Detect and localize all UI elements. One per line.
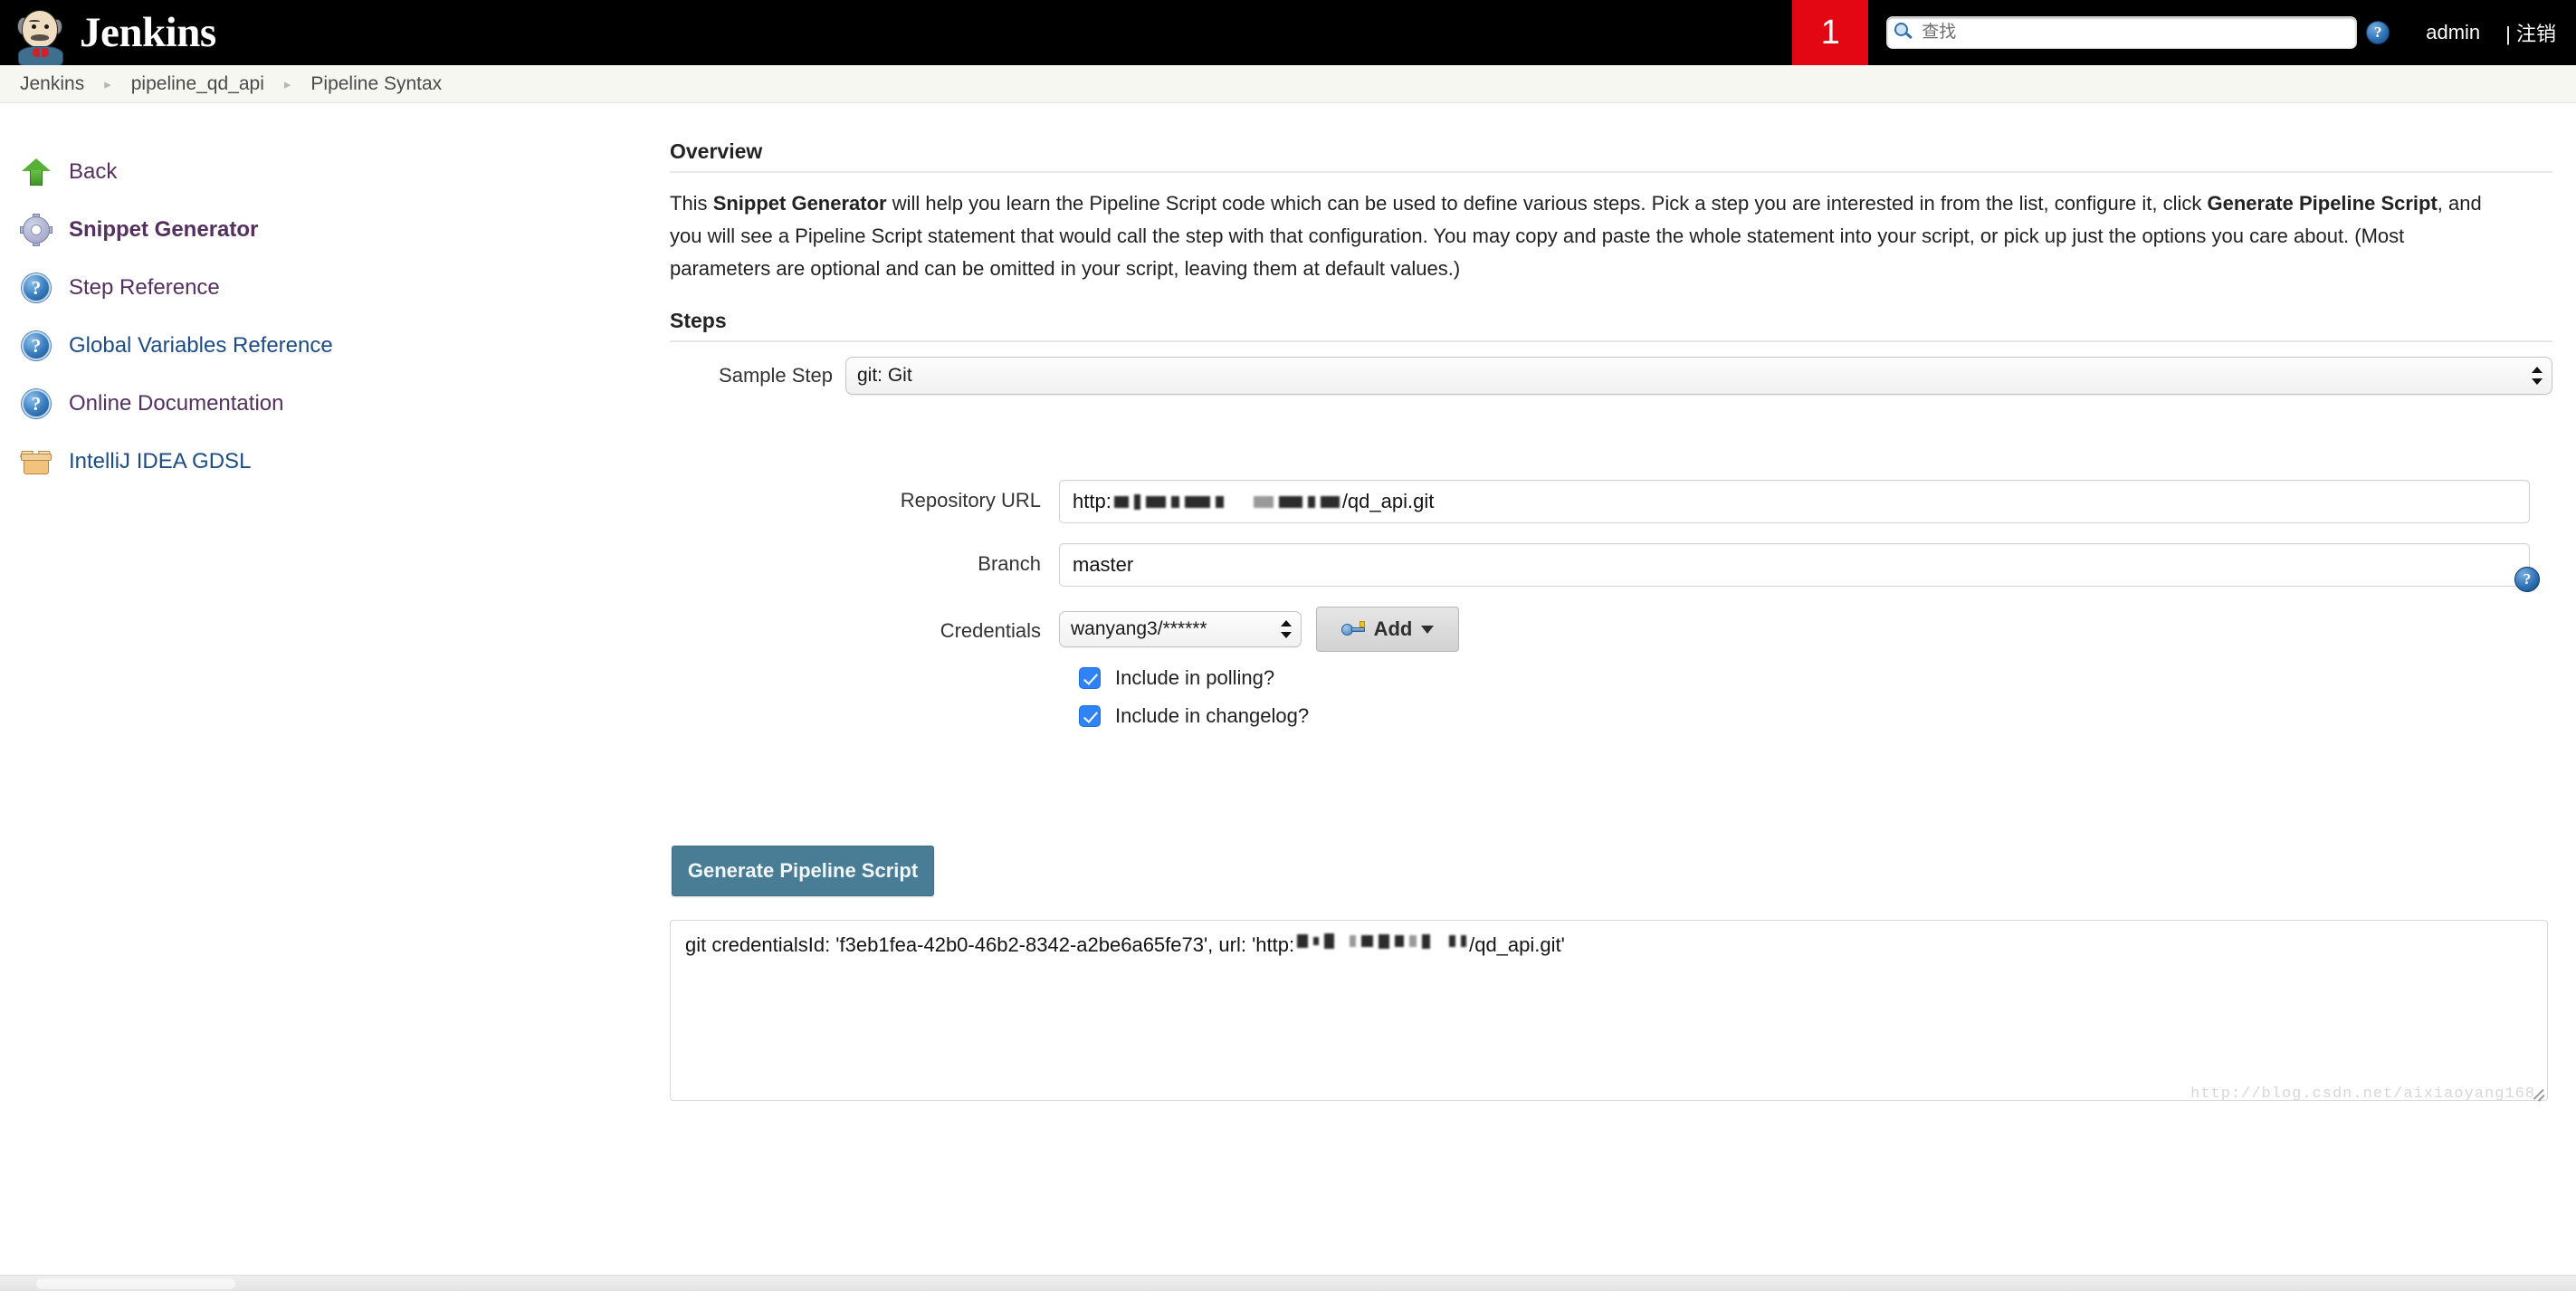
gear-icon: [20, 214, 52, 246]
box-icon: [19, 445, 52, 478]
help-glyph: ?: [2514, 567, 2540, 592]
sidebar-item-label: Global Variables Reference: [69, 333, 333, 358]
sidebar-item-intellij-idea-gdsl[interactable]: IntelliJ IDEA GDSL: [19, 433, 670, 491]
jenkins-logo-link[interactable]: Jenkins: [0, 0, 216, 65]
credentials-selected-value: wanyang3/******: [1071, 618, 1207, 639]
repository-url-redacted: [1111, 493, 1342, 510]
search-icon: [1894, 23, 1913, 42]
user-menu-link[interactable]: admin: [2426, 21, 2480, 44]
generated-script-suffix: /qd_api.git': [1469, 933, 1565, 956]
breadcrumb-separator-icon: ▸: [104, 76, 111, 92]
top-header: Jenkins 1 ? admin | 注销: [0, 0, 2576, 65]
question-icon: ?: [20, 330, 52, 362]
question-icon: ?: [20, 272, 52, 304]
git-step-form: Repository URL http: /qd_api.git Branch …: [670, 480, 2552, 728]
generate-pipeline-script-button[interactable]: Generate Pipeline Script: [672, 846, 934, 896]
help-glyph: ?: [2366, 21, 2390, 44]
sidebar-item-label: Back: [69, 159, 118, 184]
include-in-changelog-checkbox[interactable]: [1079, 705, 1101, 727]
sample-step-row: Sample Step git: Git: [670, 357, 2552, 395]
key-icon: [1340, 621, 1365, 637]
sidebar-item-back[interactable]: Back: [20, 143, 670, 201]
question-icon: ?: [20, 387, 52, 420]
sidebar-item-label: Step Reference: [69, 275, 220, 300]
generated-script-textarea[interactable]: git credentialsId: 'f3eb1fea-42b0-46b2-8…: [670, 920, 2548, 1101]
sidebar-item-label: Snippet Generator: [69, 217, 259, 242]
breadcrumb-item-pipeline-syntax[interactable]: Pipeline Syntax: [310, 73, 442, 95]
up-arrow-icon: [20, 156, 52, 188]
include-in-changelog-label: Include in changelog?: [1115, 704, 1310, 727]
add-credentials-label: Add: [1373, 617, 1413, 640]
horizontal-scrollbar-thumb[interactable]: [36, 1278, 235, 1289]
brand-title: Jenkins: [80, 8, 216, 56]
credentials-row: Credentials wanyang3/****** Add: [670, 607, 2552, 652]
sample-step-label: Sample Step: [719, 364, 833, 387]
overview-bold-generate-pipeline-script: Generate Pipeline Script: [2207, 192, 2438, 215]
search-input[interactable]: [1886, 16, 2358, 49]
sidebar-item-global-variables-reference[interactable]: ? Global Variables Reference: [20, 317, 670, 375]
repository-url-input[interactable]: http: /qd_api.git: [1059, 480, 2530, 523]
overview-paragraph: This Snippet Generator will help you lea…: [670, 187, 2489, 285]
credentials-select[interactable]: wanyang3/******: [1059, 611, 1302, 647]
header-right-group: 1 ? admin | 注销: [1792, 0, 2576, 65]
breadcrumb: Jenkins ▸ pipeline_qd_api ▸ Pipeline Syn…: [0, 65, 2576, 103]
breadcrumb-item-pipeline-qd-api[interactable]: pipeline_qd_api: [131, 73, 264, 95]
chevron-updown-icon: [1281, 618, 1292, 640]
overview-text-part2: will help you learn the Pipeline Script …: [886, 192, 2208, 215]
repository-url-label: Repository URL: [900, 489, 1041, 512]
jenkins-mascot-icon: [16, 8, 67, 65]
logout-link[interactable]: | 注销: [2505, 18, 2556, 47]
overview-heading: Overview: [670, 139, 2552, 173]
sample-step-selected-value: git: Git: [857, 365, 912, 386]
overview-text-part1: This: [670, 192, 713, 215]
include-in-polling-checkbox[interactable]: [1079, 667, 1101, 689]
sidebar-item-label: Online Documentation: [69, 391, 284, 416]
changelog-checkbox-row: Include in changelog?: [1079, 704, 2552, 728]
generated-script-prefix: git credentialsId: 'f3eb1fea-42b0-46b2-8…: [685, 933, 1295, 956]
chevron-down-icon: [1421, 625, 1435, 634]
branch-input[interactable]: [1059, 543, 2530, 587]
include-in-polling-label: Include in polling?: [1115, 666, 1275, 689]
sidebar-item-label: IntelliJ IDEA GDSL: [69, 449, 252, 473]
steps-heading: Steps: [670, 309, 2552, 342]
generated-script-redacted: [1294, 933, 1469, 949]
breadcrumb-item-jenkins[interactable]: Jenkins: [20, 73, 84, 95]
sidebar-item-step-reference[interactable]: ? Step Reference: [20, 259, 670, 317]
sidebar-item-online-documentation[interactable]: ? Online Documentation: [20, 375, 670, 433]
sidebar: Back Snippet Generator ? Step Reference …: [0, 103, 670, 1290]
horizontal-scrollbar[interactable]: [0, 1275, 2576, 1291]
overview-bold-snippet-generator: Snippet Generator: [712, 192, 887, 215]
add-credentials-button[interactable]: Add: [1316, 607, 1459, 652]
form-help-icon[interactable]: ?: [2514, 567, 2540, 592]
polling-checkbox-row: Include in polling?: [1079, 666, 2552, 690]
sidebar-item-snippet-generator[interactable]: Snippet Generator: [20, 201, 670, 259]
notification-count-badge[interactable]: 1: [1792, 0, 1869, 65]
resize-grip-handle[interactable]: [2531, 1084, 2545, 1098]
repository-url-prefix: http:: [1073, 490, 1111, 512]
help-icon[interactable]: ?: [2366, 21, 2390, 44]
sample-step-select[interactable]: git: Git: [845, 357, 2552, 395]
generated-script-wrap: git credentialsId: 'f3eb1fea-42b0-46b2-8…: [670, 920, 2548, 1103]
search-box: [1886, 16, 2358, 49]
breadcrumb-separator-icon: ▸: [283, 76, 291, 92]
chevron-updown-icon: [2532, 365, 2543, 387]
credentials-label: Credentials: [940, 619, 1041, 642]
repository-url-row: Repository URL http: /qd_api.git: [670, 480, 2552, 523]
branch-label: Branch: [978, 552, 1041, 575]
main-content: Overview This Snippet Generator will hel…: [670, 103, 2576, 1290]
page-body: Back Snippet Generator ? Step Reference …: [0, 103, 2576, 1290]
branch-row: Branch: [670, 543, 2552, 587]
repository-url-suffix: /qd_api.git: [1341, 490, 1435, 512]
